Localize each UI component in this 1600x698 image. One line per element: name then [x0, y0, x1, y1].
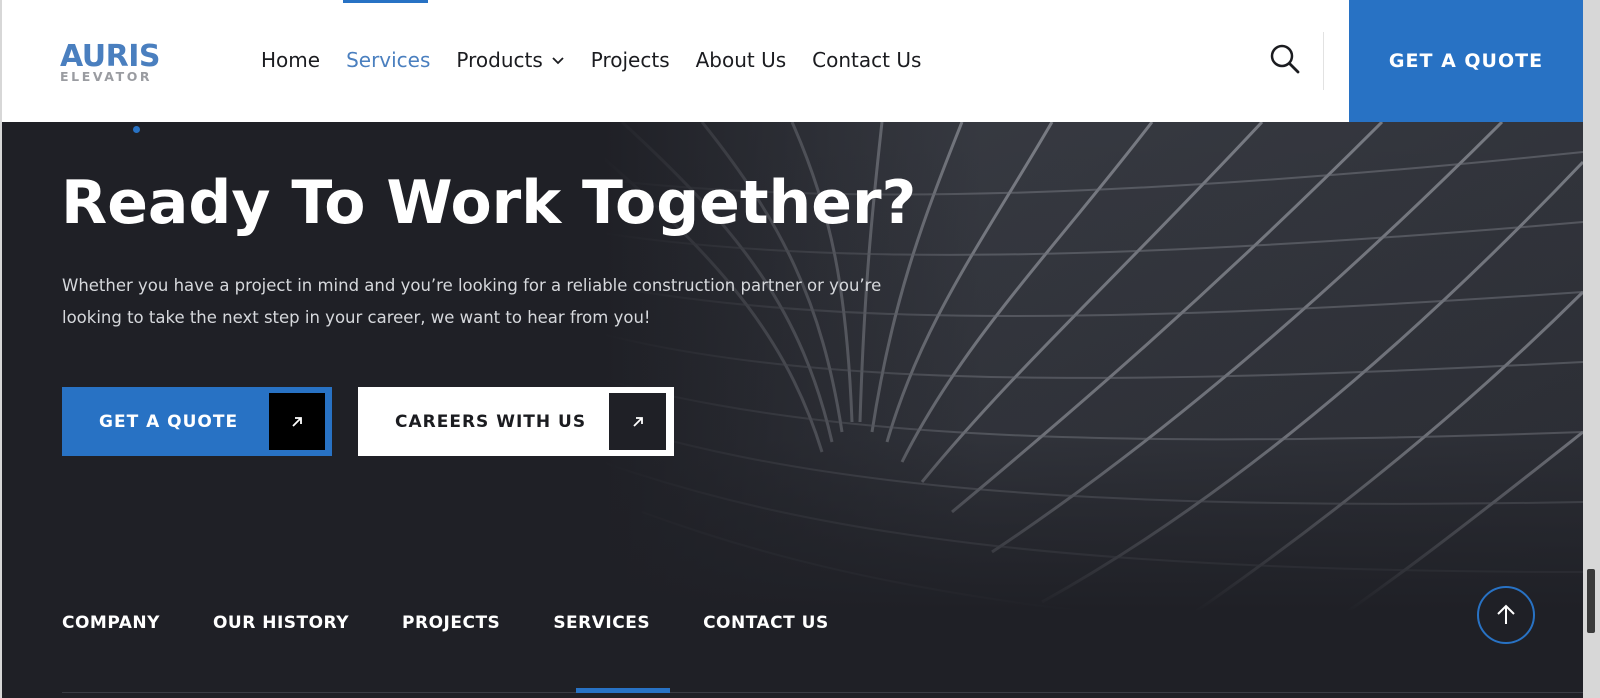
footer-nav-our-history[interactable]: OUR HISTORY — [213, 613, 349, 633]
logo-sub-text: ELEVATOR — [60, 69, 153, 84]
window-scrollbar[interactable] — [1583, 0, 1600, 698]
page-frame: AURIS ELEVATOR Home Services Products Pr… — [2, 0, 1583, 698]
careers-button-label: CAREERS WITH US — [395, 411, 587, 432]
arrow-up-right-icon — [269, 393, 325, 450]
nav-item-about-us[interactable]: About Us — [696, 48, 787, 72]
main-nav: Home Services Products Projects About Us… — [261, 44, 947, 76]
nav-item-products[interactable]: Products — [456, 48, 564, 72]
arrow-up-icon — [1497, 604, 1515, 624]
footer-nav-services[interactable]: SERVICES — [553, 613, 650, 633]
header-get-quote-button[interactable]: GET A QUOTE — [1349, 0, 1583, 122]
footer-nav-active-indicator — [576, 688, 670, 693]
header-divider — [1323, 32, 1324, 90]
logo-main-text: AURIS — [60, 39, 161, 74]
logo[interactable]: AURIS ELEVATOR — [60, 39, 161, 84]
footer-divider-line — [62, 692, 1583, 693]
footer-nav-company[interactable]: COMPANY — [62, 613, 160, 633]
get-quote-button-label: GET A QUOTE — [99, 411, 239, 432]
nav-item-projects[interactable]: Projects — [591, 48, 670, 72]
nav-active-indicator — [343, 0, 428, 3]
hero-description: Whether you have a project in mind and y… — [62, 276, 882, 327]
nav-item-services[interactable]: Services — [346, 48, 430, 72]
site-header: AURIS ELEVATOR Home Services Products Pr… — [2, 0, 1583, 122]
footer-nav: COMPANY OUR HISTORY PROJECTS SERVICES CO… — [62, 610, 882, 636]
hero-title: Ready To Work Together? — [61, 168, 917, 238]
nav-item-products-label: Products — [456, 48, 543, 72]
search-icon[interactable] — [1268, 42, 1302, 76]
scrollbar-thumb[interactable] — [1587, 569, 1595, 633]
footer-nav-projects[interactable]: PROJECTS — [402, 613, 500, 633]
nav-item-contact-us[interactable]: Contact Us — [812, 48, 921, 72]
footer-nav-contact-us[interactable]: CONTACT US — [703, 613, 829, 633]
arrow-up-right-icon — [609, 393, 666, 450]
get-quote-button[interactable]: GET A QUOTE — [62, 387, 332, 456]
scroll-to-top-button[interactable] — [1477, 586, 1535, 644]
chevron-down-icon — [552, 57, 564, 65]
careers-button[interactable]: CAREERS WITH US — [358, 387, 674, 456]
decorative-dot — [133, 126, 140, 133]
nav-item-home[interactable]: Home — [261, 48, 320, 72]
